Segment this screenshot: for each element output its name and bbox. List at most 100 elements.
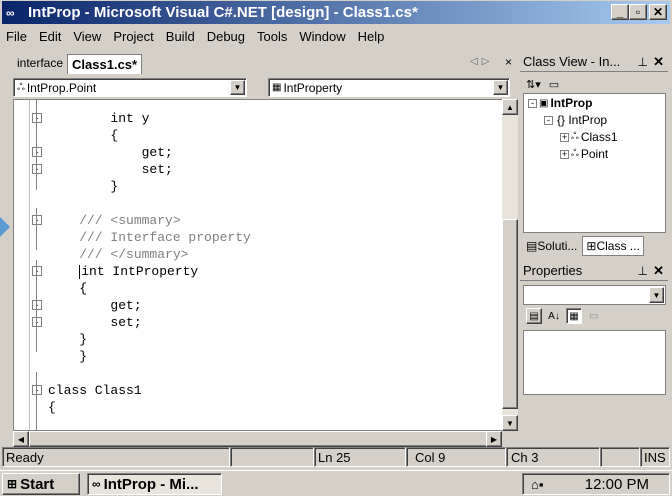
start-button[interactable]: ⊞ Start xyxy=(2,473,80,495)
code-line: /// <summary> xyxy=(48,213,181,228)
chevron-down-icon[interactable]: ▼ xyxy=(493,80,508,95)
close-button[interactable]: ✕ xyxy=(649,4,667,20)
code-line: set; xyxy=(48,315,142,330)
new-folder-icon[interactable]: ▭ xyxy=(549,78,559,91)
close-panel-icon[interactable]: ✕ xyxy=(653,263,664,279)
collapse-icon[interactable]: - xyxy=(544,115,553,125)
pin-icon[interactable]: ⊥ xyxy=(638,55,648,69)
menu-build[interactable]: Build xyxy=(166,29,195,44)
windows-logo-icon: ⊞ xyxy=(7,477,18,491)
code-line: int IntProperty xyxy=(48,263,198,280)
horizontal-scrollbar[interactable]: ◀ ▶ xyxy=(13,431,502,447)
class-icon: ஃ xyxy=(17,81,25,93)
menu-edit[interactable]: Edit xyxy=(39,29,61,44)
vs-logo-icon: ∞ xyxy=(6,5,15,20)
property-pages-icon[interactable]: ▭ xyxy=(586,308,602,324)
minimize-button[interactable]: _ xyxy=(611,4,629,20)
outline-line xyxy=(36,372,37,430)
menu-project[interactable]: Project xyxy=(113,29,153,44)
class-view-tree[interactable]: - ▣ IntProp -{} IntProp + ஃ Class1 + ஃ Point xyxy=(523,93,666,233)
code-line: /// </summary> xyxy=(48,247,189,262)
tab-scroll-left-icon[interactable]: ◁ xyxy=(470,56,478,67)
collapse-outline-icon[interactable]: - xyxy=(32,215,42,225)
code-line: } xyxy=(48,179,119,194)
tree-item-label: Class1 xyxy=(580,130,618,144)
tab-class1[interactable]: Class1.cs* xyxy=(67,54,143,74)
tree-item-label: Point xyxy=(580,147,609,161)
project-icon: ▣ xyxy=(539,97,549,109)
clock: 12:00 PM xyxy=(584,475,649,493)
chevron-down-icon[interactable]: ▼ xyxy=(230,80,245,95)
collapse-outline-icon[interactable]: - xyxy=(32,147,42,157)
properties-grid[interactable] xyxy=(523,330,666,395)
scroll-right-icon[interactable]: ▶ xyxy=(486,431,502,447)
status-line: Ln 25 xyxy=(314,447,406,467)
network-icon[interactable]: ⌂▪ xyxy=(531,477,543,492)
properties-object-select[interactable]: ▼ xyxy=(523,285,666,305)
scroll-down-icon[interactable]: ▼ xyxy=(502,415,518,431)
status-empty-2 xyxy=(600,447,640,467)
code-editor[interactable]: int y- { get; - set; - } /// <summary> - //… xyxy=(13,99,517,431)
scroll-up-icon[interactable]: ▲ xyxy=(502,99,518,115)
window-title: IntProp - Microsoft Visual C#.NET [desig… xyxy=(28,4,418,21)
collapse-icon[interactable]: - xyxy=(528,98,537,108)
chevron-down-icon[interactable]: ▼ xyxy=(649,287,664,303)
tab-solution-explorer[interactable]: ▤ Soluti... xyxy=(523,236,581,256)
status-ins: INS xyxy=(640,447,670,467)
menu-window[interactable]: Window xyxy=(299,29,345,44)
expand-icon[interactable]: + xyxy=(560,149,569,159)
sort-icon[interactable]: ⇅▾ xyxy=(526,78,541,91)
class-icon: ஃ xyxy=(571,148,579,159)
outline-line xyxy=(36,260,37,352)
expand-icon[interactable]: + xyxy=(560,132,569,142)
pin-icon[interactable]: ⊥ xyxy=(638,264,648,278)
collapse-outline-icon[interactable]: - xyxy=(32,164,42,174)
tab-label: Class ... xyxy=(596,239,640,253)
alphabetical-icon[interactable]: A↓ xyxy=(546,308,562,324)
collapse-outline-icon[interactable]: - xyxy=(32,385,42,395)
collapse-outline-icon[interactable]: - xyxy=(32,266,42,276)
tab-scroll-right-icon[interactable]: ▷ xyxy=(482,56,490,67)
type-dropdown[interactable]: ஃ IntProp.Point ▼ xyxy=(13,78,247,97)
code-line: { xyxy=(48,400,56,415)
collapse-outline-icon[interactable]: - xyxy=(32,113,42,123)
categorized-icon[interactable]: ▤ xyxy=(526,308,542,324)
hscroll-thumb[interactable] xyxy=(29,431,489,447)
taskbar-item-intprop[interactable]: ∞ IntProp - Mi... xyxy=(87,473,222,495)
scroll-thumb[interactable] xyxy=(502,219,518,409)
status-column: Col 9 xyxy=(406,447,506,467)
tree-item-intprop-project[interactable]: - ▣ IntProp xyxy=(528,96,592,110)
navigation-bar: ஃ IntProp.Point ▼ ▦ IntProperty ▼ xyxy=(13,76,519,98)
menu-tools[interactable]: Tools xyxy=(257,29,287,44)
tree-item-point[interactable]: + ஃ Point xyxy=(560,147,608,161)
class-icon: ஃ xyxy=(571,131,579,142)
vertical-scrollbar[interactable]: ▲ ▼ xyxy=(502,99,518,431)
class-view-toolbar: ⇅▾ ▭ xyxy=(520,73,668,95)
collapse-outline-icon[interactable]: - xyxy=(32,300,42,310)
tree-item-class1[interactable]: + ஃ Class1 xyxy=(560,130,618,144)
close-document-icon[interactable]: × xyxy=(505,55,512,69)
editor-gutter xyxy=(14,100,30,430)
tab-class-view[interactable]: ⊞ Class ... xyxy=(582,236,644,256)
code-line: } xyxy=(48,349,88,364)
member-dropdown[interactable]: ▦ IntProperty ▼ xyxy=(268,78,510,97)
tab-label: Soluti... xyxy=(537,239,578,253)
menu-debug[interactable]: Debug xyxy=(207,29,245,44)
tree-item-intprop-namespace[interactable]: -{} IntProp xyxy=(544,113,607,127)
close-panel-icon[interactable]: ✕ xyxy=(653,54,664,70)
code-line: { xyxy=(48,128,119,143)
taskbar: ⊞ Start ∞ IntProp - Mi... ⌂▪ 12:00 PM xyxy=(0,470,672,496)
tree-item-label: IntProp xyxy=(550,96,593,110)
tree-item-label: {} IntProp xyxy=(557,113,608,127)
menu-bar: File Edit View Project Build Debug Tools Window… xyxy=(2,26,670,46)
menu-view[interactable]: View xyxy=(73,29,101,44)
menu-help[interactable]: Help xyxy=(358,29,385,44)
scroll-left-icon[interactable]: ◀ xyxy=(13,431,29,447)
properties-titlebar: Properties ⊥ ✕ xyxy=(520,261,668,281)
restore-button[interactable]: ▫ xyxy=(629,4,647,20)
collapse-outline-icon[interactable]: - xyxy=(32,317,42,327)
menu-file[interactable]: File xyxy=(6,29,27,44)
code-line: get; xyxy=(48,298,142,313)
tab-interface[interactable]: interface xyxy=(13,54,67,74)
properties-icon[interactable]: ▦ xyxy=(566,308,582,324)
